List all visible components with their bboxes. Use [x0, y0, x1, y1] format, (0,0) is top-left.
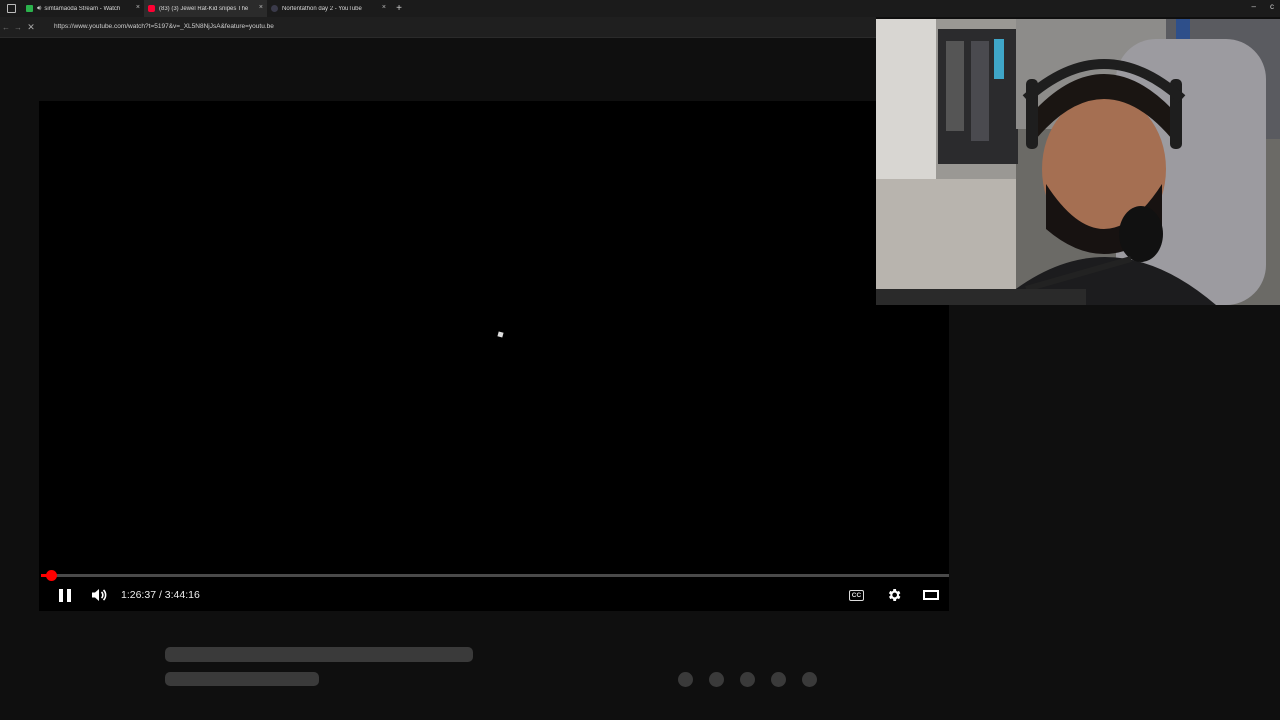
action-skeleton	[740, 672, 755, 687]
progress-bar[interactable]	[41, 570, 949, 581]
settings-button[interactable]	[875, 579, 912, 611]
browser-tab-bar: 🔊︎ simtamaoda Stream - Watch × (83) (3) …	[0, 0, 1280, 17]
green-square-icon	[26, 5, 33, 12]
forward-arrow-icon[interactable]: →	[12, 23, 24, 32]
youtube-icon	[148, 5, 155, 12]
webcam-overlay	[876, 19, 1280, 305]
video-player[interactable]: 1:26:37 / 3:44:16 CC	[39, 101, 949, 611]
pause-button[interactable]	[39, 579, 91, 611]
audio-playing-icon[interactable]: 🔊︎	[37, 5, 41, 13]
stop-loading-icon[interactable]: ✕	[24, 22, 38, 33]
tab-close-icon[interactable]: ×	[136, 4, 140, 11]
captions-button[interactable]: CC	[838, 579, 875, 611]
tab-title: (83) (3) Jewel Rat-Kid snipes The	[159, 5, 249, 12]
window-controls: – c	[1252, 2, 1274, 11]
player-controls: 1:26:37 / 3:44:16 CC	[39, 579, 949, 611]
tab-actions-button[interactable]	[0, 0, 22, 17]
tab-title: Nortentathon day 2 - YouTube	[282, 5, 362, 12]
mute-button[interactable]	[91, 579, 107, 611]
volume-icon	[92, 589, 107, 601]
time-display: 1:26:37 / 3:44:16	[121, 589, 200, 601]
pause-icon	[59, 588, 71, 602]
maximize-icon[interactable]: c	[1270, 2, 1274, 11]
captions-icon: CC	[848, 589, 865, 601]
action-skeleton	[678, 672, 693, 687]
address-bar: ← → ✕ https://www.youtube.com/watch?t=51…	[0, 17, 876, 38]
channel-skeleton	[165, 672, 319, 686]
right-controls: CC	[838, 579, 949, 611]
back-arrow-icon[interactable]: ←	[0, 23, 12, 32]
tab-youtube-jewel[interactable]: (83) (3) Jewel Rat-Kid snipes The ×	[144, 0, 267, 17]
action-skeleton	[709, 672, 724, 687]
generic-page-icon	[271, 5, 278, 12]
tab-title: simtamaoda Stream - Watch	[44, 5, 121, 12]
theater-mode-button[interactable]	[912, 579, 949, 611]
tab-nortentathon[interactable]: Nortentathon day 2 - YouTube ×	[267, 0, 390, 17]
title-skeleton	[165, 647, 473, 662]
tab-actions-icon	[6, 4, 16, 13]
mouse-cursor-icon	[497, 331, 504, 338]
tab-close-icon[interactable]: ×	[259, 4, 263, 11]
theater-mode-icon	[922, 590, 939, 600]
url-field[interactable]: https://www.youtube.com/watch?t=5197&v=_…	[46, 20, 866, 34]
tab-twitch-stream[interactable]: 🔊︎ simtamaoda Stream - Watch ×	[22, 0, 144, 17]
webcam-scene	[876, 19, 1280, 305]
action-skeleton	[802, 672, 817, 687]
minimize-icon[interactable]: –	[1252, 2, 1256, 11]
tab-close-icon[interactable]: ×	[382, 4, 386, 11]
gear-icon	[888, 589, 900, 601]
action-skeleton	[771, 672, 786, 687]
new-tab-button[interactable]: +	[390, 3, 408, 14]
